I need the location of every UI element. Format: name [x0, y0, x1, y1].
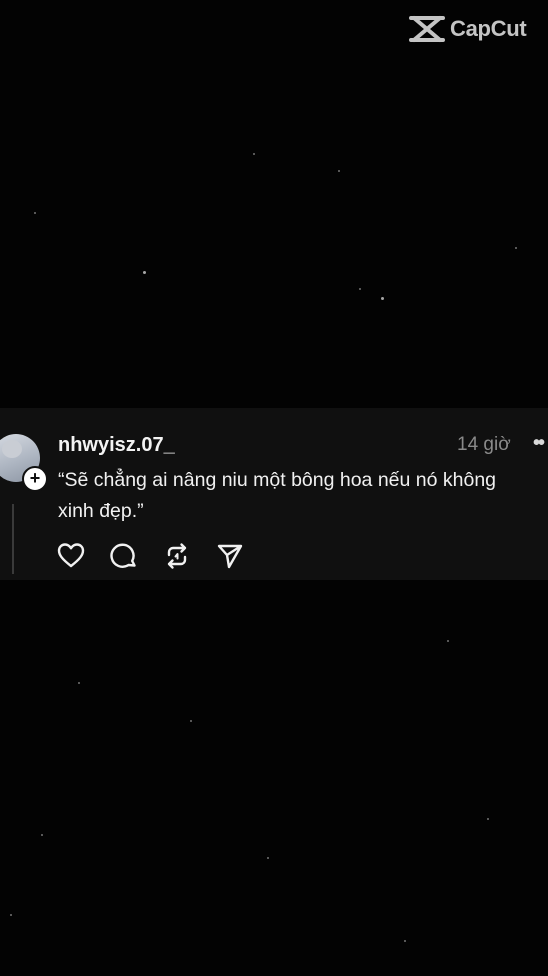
post-card[interactable]: + nhwyisz.07_ 14 giờ •• “Sẽ chẳng ai nân… [0, 408, 548, 580]
watermark-text: CapCut [450, 16, 527, 41]
star [78, 682, 80, 684]
post-actions [56, 541, 245, 571]
thread-line [12, 504, 14, 574]
star [34, 212, 36, 214]
capcut-logo-icon [409, 16, 445, 42]
capcut-watermark: CapCut [408, 14, 527, 44]
post-text: “Sẽ chẳng ai nâng niu một bông hoa nếu n… [58, 469, 497, 522]
more-dots-icon[interactable]: •• [533, 432, 545, 455]
star [267, 857, 269, 859]
star [10, 914, 12, 916]
post-username[interactable]: nhwyisz.07_ [58, 434, 175, 457]
comment-icon[interactable] [109, 541, 139, 571]
heart-icon[interactable] [56, 541, 86, 571]
star [381, 297, 384, 300]
story-screen: CapCut + nhwyisz.07_ 14 giờ •• “Sẽ chẳng… [0, 0, 548, 976]
star [41, 834, 43, 836]
star [253, 153, 255, 155]
repost-icon[interactable] [162, 541, 192, 571]
star [359, 288, 361, 290]
star [143, 271, 146, 274]
follow-plus-badge[interactable]: + [22, 466, 48, 492]
star [404, 940, 406, 942]
star [487, 818, 489, 820]
star [338, 170, 340, 172]
star [190, 720, 192, 722]
share-icon[interactable] [215, 541, 245, 571]
star [447, 640, 449, 642]
post-time: 14 giờ [457, 434, 511, 455]
star [515, 247, 517, 249]
